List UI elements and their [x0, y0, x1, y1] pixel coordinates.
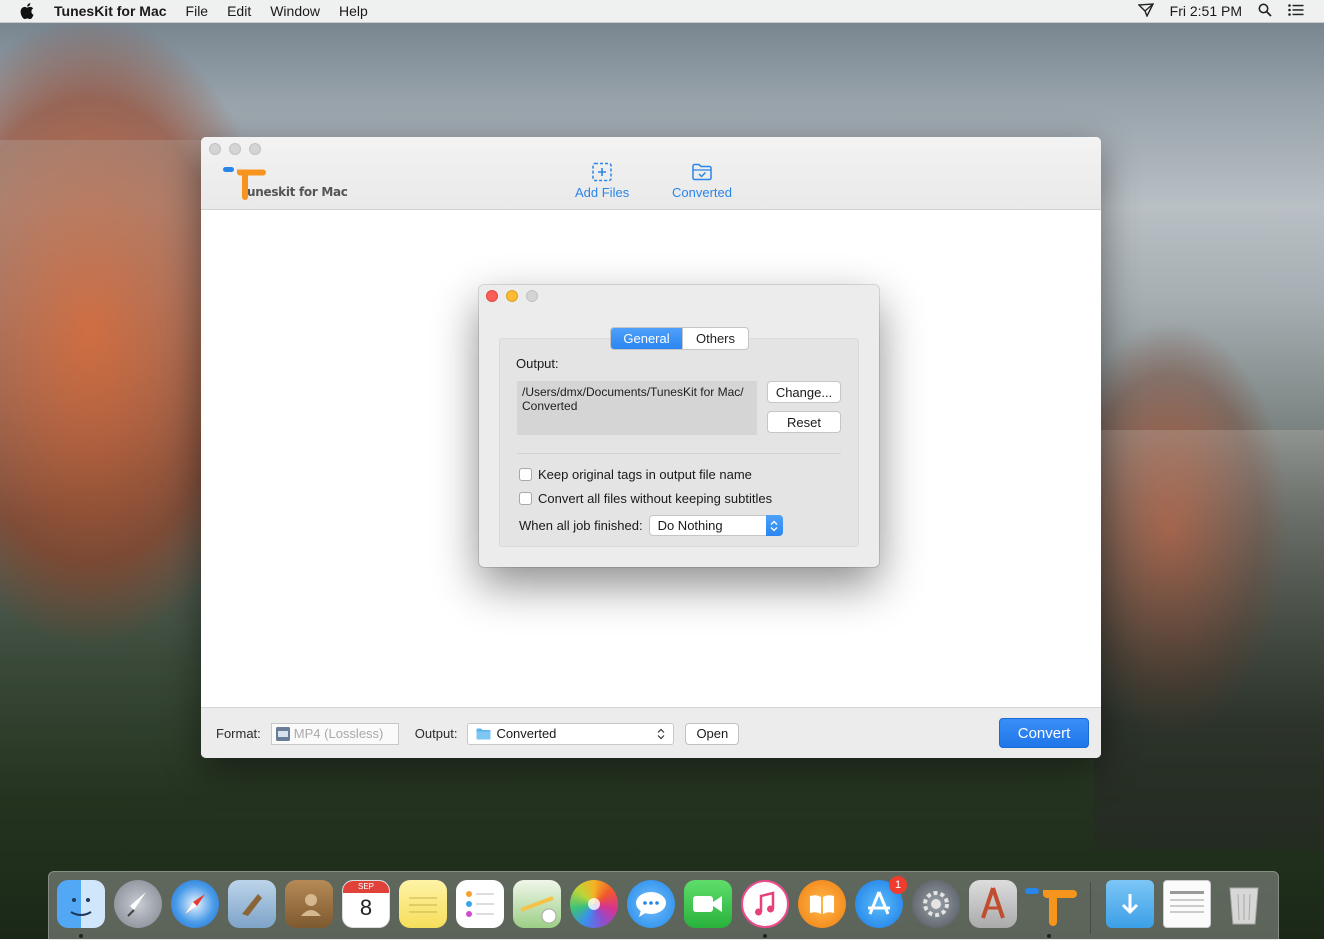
chevron-updown-icon: [658, 728, 665, 739]
document-stack-icon[interactable]: [1163, 880, 1211, 928]
running-indicator: [1047, 934, 1051, 938]
tuneskit-dock-icon[interactable]: [1025, 880, 1077, 928]
app-store-badge: 1: [889, 876, 907, 894]
dock-separator: [1090, 882, 1091, 934]
when-finished-value: Do Nothing: [657, 518, 723, 533]
reset-button[interactable]: Reset: [767, 411, 841, 433]
output-path-label: Output:: [516, 356, 559, 371]
menu-clock[interactable]: Fri 2:51 PM: [1170, 3, 1242, 19]
apple-menu-icon[interactable]: [20, 3, 38, 19]
converted-folder-icon: [692, 163, 712, 181]
calendar-icon[interactable]: SEP 8: [342, 880, 390, 928]
when-finished-row: When all job finished: Do Nothing: [519, 515, 783, 536]
safari-icon[interactable]: [171, 880, 219, 928]
preferences-dialog: Output: /Users/dmx/Documents/TunesKit fo…: [479, 285, 879, 567]
bottom-bar: Format: MP4 (Lossless) Output: Converted…: [201, 707, 1101, 758]
add-files-icon: [592, 162, 612, 182]
no-subtitles-checkbox[interactable]: [519, 492, 532, 505]
add-files-button[interactable]: Add Files: [575, 162, 629, 200]
window-traffic-lights: [209, 143, 261, 155]
spotlight-search-icon[interactable]: [1258, 3, 1272, 20]
menu-edit[interactable]: Edit: [227, 3, 251, 19]
facetime-icon[interactable]: [684, 880, 732, 928]
contacts-icon[interactable]: [285, 880, 333, 928]
dialog-traffic-lights: [486, 290, 538, 302]
notification-center-icon[interactable]: [1288, 3, 1304, 19]
menu-help[interactable]: Help: [339, 3, 368, 19]
maps-icon[interactable]: [513, 880, 561, 928]
calendar-day: 8: [359, 895, 373, 920]
when-finished-popup[interactable]: Do Nothing: [648, 515, 783, 536]
running-indicator: [79, 934, 83, 938]
format-field[interactable]: MP4 (Lossless): [270, 722, 399, 745]
finder-icon[interactable]: [57, 880, 105, 928]
dock: SEP 8 1: [48, 871, 1279, 940]
output-folder-value: Converted: [496, 726, 557, 741]
separator: [517, 453, 841, 454]
main-toolbar: uneskit for Mac Add Files Converted: [201, 137, 1101, 210]
keep-tags-label: Keep original tags in output file name: [538, 467, 752, 482]
format-label: Format:: [216, 726, 261, 741]
running-indicator: [763, 934, 767, 938]
downloads-folder-icon[interactable]: [1106, 880, 1154, 928]
zoom-button[interactable]: [249, 143, 261, 155]
app-logo: uneskit for Mac: [223, 165, 348, 201]
folder-icon: [476, 728, 491, 739]
system-preferences-icon[interactable]: [912, 880, 960, 928]
converted-button[interactable]: Converted: [672, 162, 732, 200]
output-folder-select[interactable]: Converted: [467, 722, 675, 745]
airplay-icon[interactable]: [1137, 2, 1154, 20]
developer-tool-icon[interactable]: [969, 880, 1017, 928]
add-files-label: Add Files: [575, 185, 630, 200]
minimize-button[interactable]: [229, 143, 241, 155]
notes-icon[interactable]: [399, 880, 447, 928]
tab-general[interactable]: General: [611, 328, 682, 349]
itunes-icon[interactable]: [741, 880, 789, 928]
calendar-month: SEP: [343, 881, 389, 893]
keep-tags-checkbox[interactable]: [519, 468, 532, 481]
no-subtitles-label: Convert all files without keeping subtit…: [538, 491, 773, 506]
change-button[interactable]: Change...: [767, 381, 841, 403]
messages-icon[interactable]: [627, 880, 675, 928]
logo-text: uneskit for Mac: [247, 185, 348, 199]
menu-bar: TunesKit for Mac File Edit Window Help F…: [0, 0, 1324, 23]
reminders-icon[interactable]: [456, 880, 504, 928]
ibooks-icon[interactable]: [798, 880, 846, 928]
keep-tags-option[interactable]: Keep original tags in output file name: [519, 467, 752, 482]
dialog-close-button[interactable]: [486, 290, 498, 302]
output-path-text: /Users/dmx/Documents/TunesKit for Mac/ C…: [522, 385, 744, 413]
dialog-minimize-button[interactable]: [506, 290, 518, 302]
output-label: Output:: [414, 726, 458, 741]
menu-file[interactable]: File: [186, 3, 209, 19]
mail-icon[interactable]: [228, 880, 276, 928]
converted-label: Converted: [672, 185, 732, 200]
tab-others[interactable]: Others: [682, 328, 748, 349]
app-store-icon[interactable]: 1: [855, 876, 907, 928]
popup-arrow-icon: [765, 515, 783, 536]
output-path-box: /Users/dmx/Documents/TunesKit for Mac/ C…: [517, 381, 757, 435]
menu-window[interactable]: Window: [270, 3, 320, 19]
no-subtitles-option[interactable]: Convert all files without keeping subtit…: [519, 491, 772, 506]
convert-button[interactable]: Convert: [999, 718, 1089, 748]
trash-icon[interactable]: [1220, 880, 1268, 928]
menu-app-name[interactable]: TunesKit for Mac: [54, 3, 167, 19]
close-button[interactable]: [209, 143, 221, 155]
open-button[interactable]: Open: [685, 722, 740, 745]
video-format-icon: [275, 726, 290, 741]
dialog-zoom-button[interactable]: [526, 290, 538, 302]
preferences-tabs: General Others: [610, 327, 749, 350]
when-finished-label: When all job finished:: [519, 518, 643, 533]
general-panel: Output: /Users/dmx/Documents/TunesKit fo…: [499, 338, 859, 547]
photos-icon[interactable]: [570, 880, 618, 928]
format-value: MP4 (Lossless): [293, 726, 384, 741]
launchpad-icon[interactable]: [114, 880, 162, 928]
